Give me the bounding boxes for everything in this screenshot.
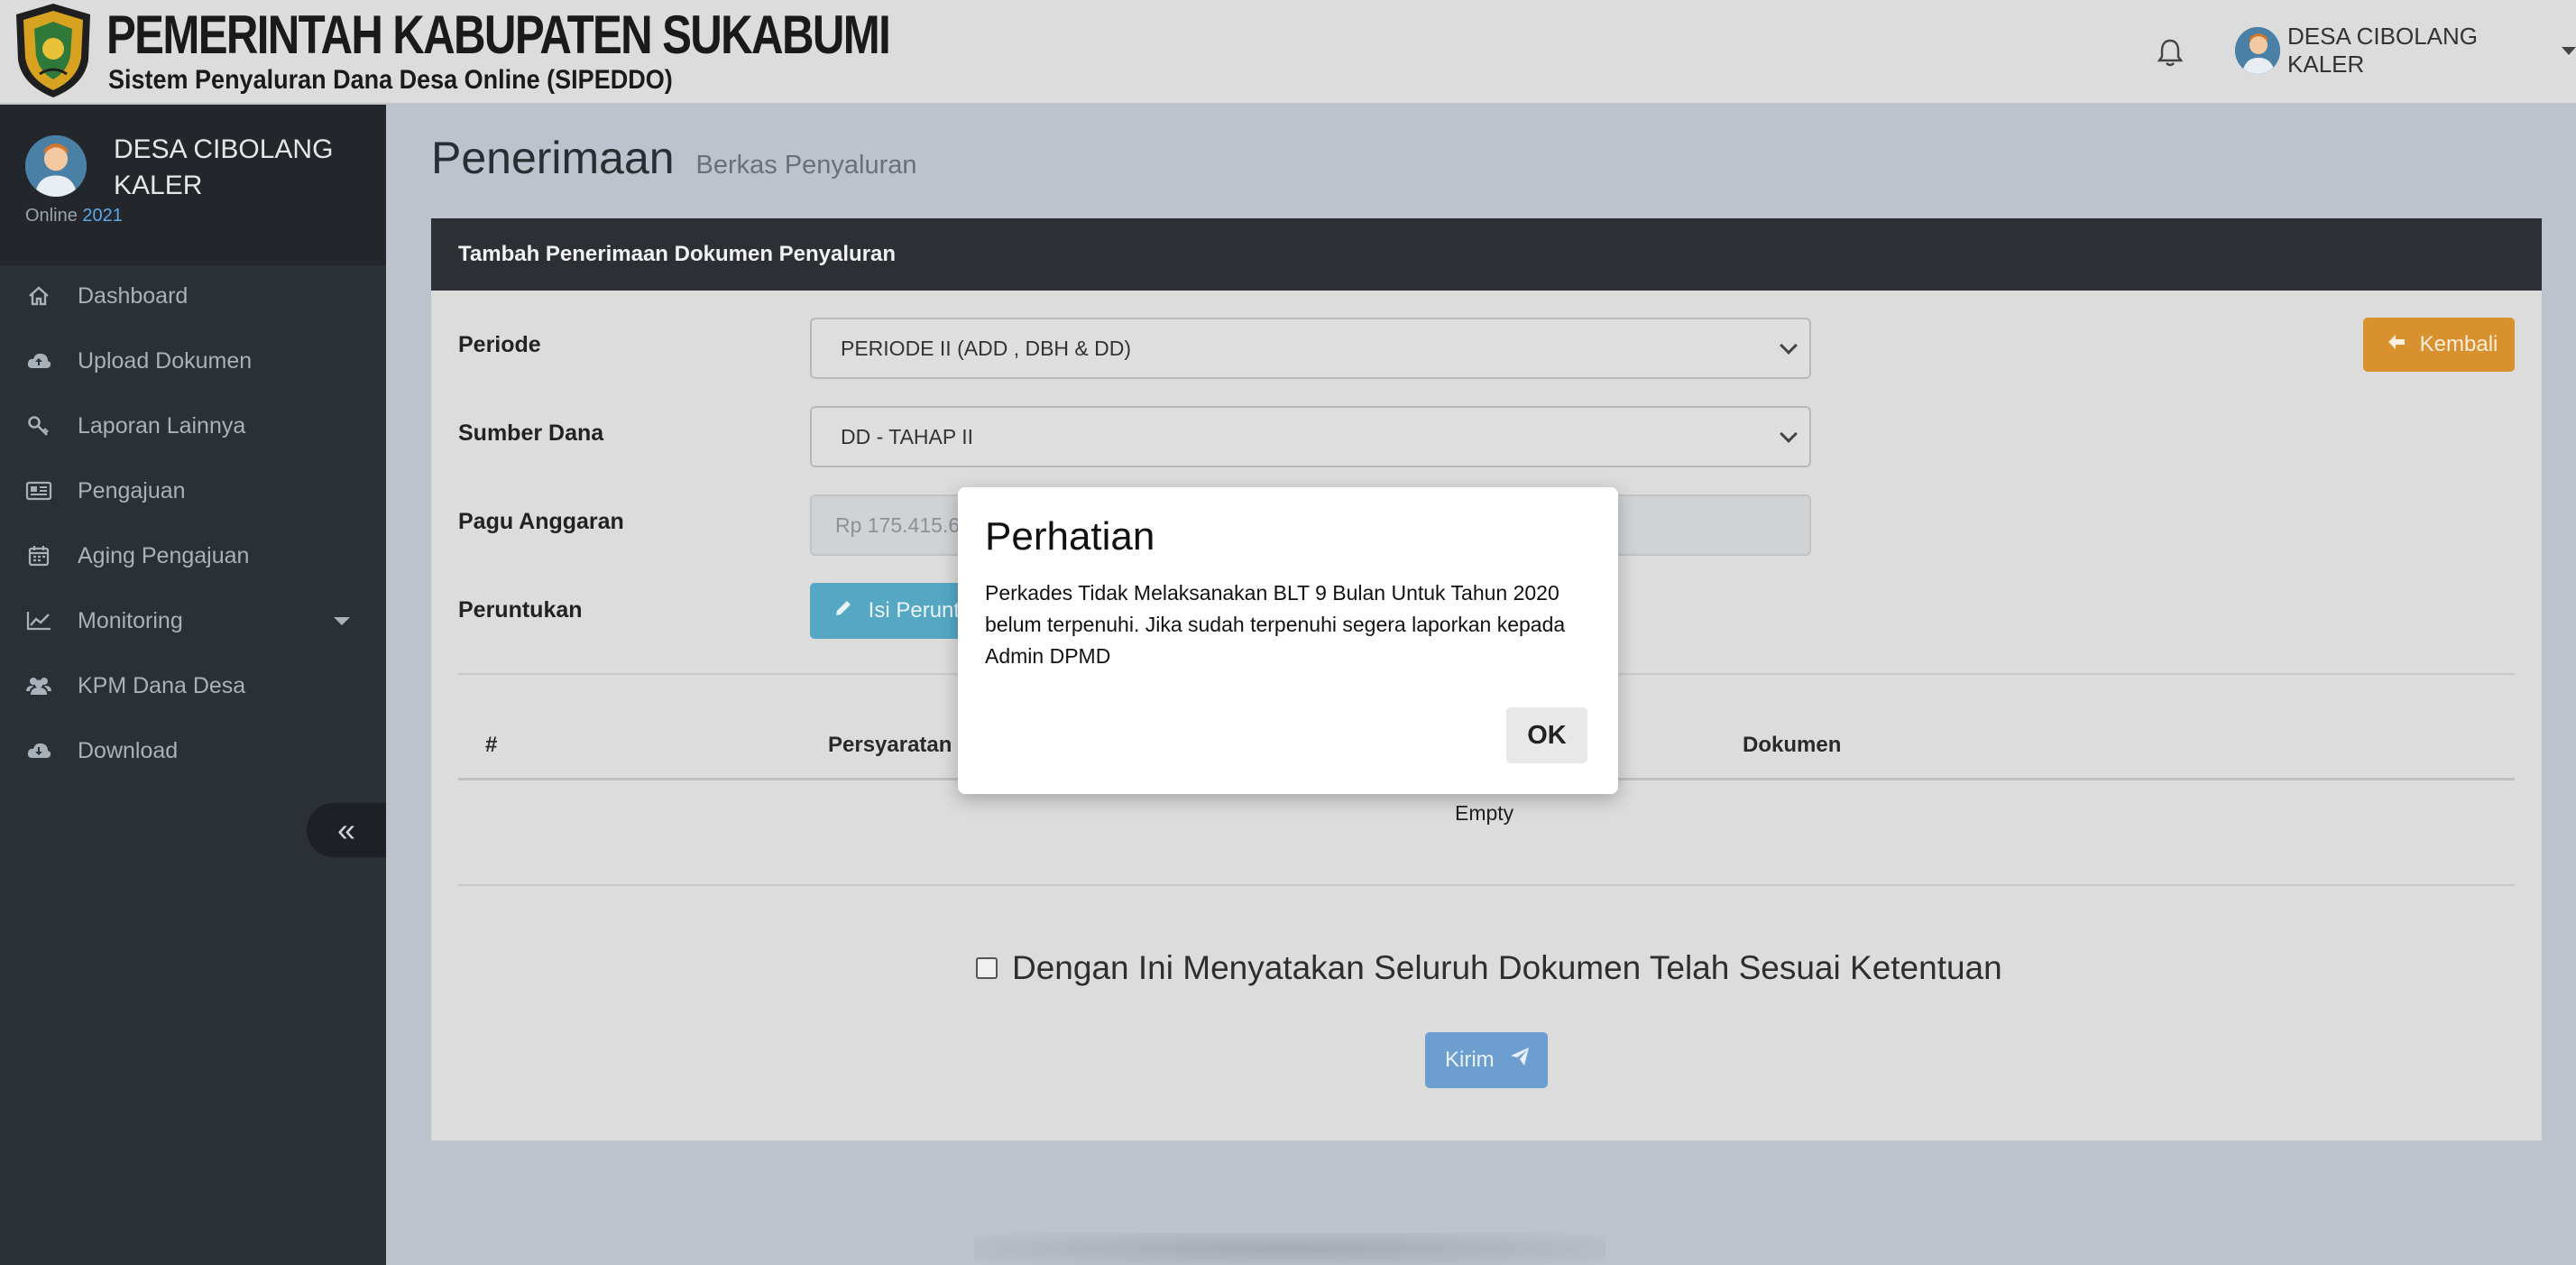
column-header-number: #	[485, 733, 498, 757]
periode-select[interactable]: PERIODE II (ADD , DBH & DD)	[810, 318, 1811, 379]
page-subtitle: Berkas Penyaluran	[695, 151, 917, 180]
key-icon	[23, 411, 54, 441]
sidebar-item-dashboard[interactable]: Dashboard	[0, 263, 386, 328]
sidebar-item-label: Aging Pengajuan	[78, 542, 250, 568]
confirm-label: Dengan Ini Menyatakan Seluruh Dokumen Te…	[1012, 949, 2002, 986]
status-badge: Online 2021	[25, 206, 123, 226]
app-title: PEMERINTAH KABUPATEN SUKABUMI	[106, 5, 891, 65]
column-header-dokumen: Dokumen	[1743, 733, 1842, 757]
kirim-label: Kirim	[1445, 1048, 1495, 1072]
user-menu[interactable]: DESA CIBOLANG KALER	[2235, 23, 2576, 78]
sidebar-profile: DESA CIBOLANG KALER Online 2021	[0, 105, 386, 265]
pencil-icon	[833, 584, 853, 639]
cloud-download-icon	[23, 735, 54, 766]
send-icon	[1509, 1033, 1531, 1089]
chevron-down-icon	[1780, 337, 1798, 355]
avatar	[25, 135, 87, 197]
newspaper-icon	[23, 476, 54, 506]
sidebar-item-label: Upload Dokumen	[78, 347, 253, 374]
kembali-label: Kembali	[2419, 332, 2498, 356]
sidebar-item-pengajuan[interactable]: Pengajuan	[0, 458, 386, 523]
coat-of-arms-logo	[13, 2, 94, 99]
arrow-left-icon	[2387, 319, 2406, 373]
confirm-checkbox[interactable]	[976, 957, 998, 979]
peruntukan-label: Peruntukan	[458, 597, 583, 623]
empty-text: Empty	[1455, 801, 1514, 825]
sidebar-item-label: Dashboard	[78, 282, 189, 309]
chevron-down-icon	[334, 617, 350, 625]
sidebar-item-label: Monitoring	[78, 607, 183, 633]
panel-heading: Tambah Penerimaan Dokumen Penyaluran	[431, 218, 2542, 291]
sidebar-item-monitoring[interactable]: Monitoring	[0, 588, 386, 653]
sumber-dana-label: Sumber Dana	[458, 420, 604, 446]
confirm-row: Dengan Ini Menyatakan Seluruh Dokumen Te…	[976, 949, 2002, 987]
kirim-button[interactable]: Kirim	[1425, 1032, 1548, 1088]
periode-value: PERIODE II (ADD , DBH & DD)	[841, 337, 1132, 360]
pagu-anggaran-value: Rp 175.415.6	[835, 513, 961, 537]
sidebar-item-upload-dokumen[interactable]: Upload Dokumen	[0, 328, 386, 393]
sumber-dana-value: DD - TAHAP II	[841, 425, 973, 448]
home-icon	[23, 281, 54, 311]
page-title: Penerimaan Berkas Penyaluran	[431, 132, 917, 184]
app-subtitle: Sistem Penyaluran Dana Desa Online (SIPE…	[108, 65, 673, 95]
sidebar-item-download[interactable]: Download	[0, 718, 386, 783]
sidebar-item-label: Download	[78, 737, 179, 763]
periode-label: Periode	[458, 332, 541, 357]
cloud-upload-icon	[23, 346, 54, 376]
column-header-persyaratan: Persyaratan	[828, 733, 952, 757]
dialog-title: Perhatian	[985, 514, 1155, 559]
sidebar-item-kpm-dana-desa[interactable]: KPM Dana Desa	[0, 653, 386, 718]
sidebar-menu: Dashboard Upload Dokumen Laporan Lainnya…	[0, 263, 386, 783]
chevron-down-icon	[2562, 46, 2576, 55]
top-header: PEMERINTAH KABUPATEN SUKABUMI Sistem Pen…	[0, 0, 2576, 105]
page-title-text: Penerimaan	[431, 133, 675, 183]
sidebar: DESA CIBOLANG KALER Online 2021 Dashboar…	[0, 105, 386, 1265]
calendar-icon	[23, 540, 54, 571]
sidebar-collapse-button[interactable]: «	[307, 803, 386, 857]
kembali-button[interactable]: Kembali	[2363, 318, 2515, 372]
chevron-down-icon	[1780, 425, 1798, 443]
ok-button[interactable]: OK	[1506, 707, 1587, 763]
sidebar-profile-name: DESA CIBOLANG KALER	[114, 134, 334, 200]
sidebar-item-label: Laporan Lainnya	[78, 412, 246, 439]
sidebar-item-aging-pengajuan[interactable]: Aging Pengajuan	[0, 523, 386, 588]
user-name: DESA CIBOLANG KALER	[2287, 23, 2478, 78]
divider	[458, 884, 2515, 886]
modal-shadow	[974, 1233, 1605, 1265]
bell-icon[interactable]	[2154, 36, 2186, 69]
sidebar-item-label: KPM Dana Desa	[78, 672, 246, 698]
status-year: 2021	[82, 206, 123, 226]
users-icon	[23, 670, 54, 701]
status-label: Online	[25, 206, 78, 226]
pagu-anggaran-label: Pagu Anggaran	[458, 509, 624, 534]
sumber-dana-select[interactable]: DD - TAHAP II	[810, 406, 1811, 467]
avatar	[2235, 27, 2281, 74]
sidebar-item-label: Pengajuan	[78, 477, 186, 503]
line-chart-icon	[23, 605, 54, 636]
alert-dialog: Perhatian Perkades Tidak Melaksanakan BL…	[958, 487, 1618, 794]
dialog-message: Perkades Tidak Melaksanakan BLT 9 Bulan …	[985, 581, 1566, 668]
sidebar-item-laporan-lainnya[interactable]: Laporan Lainnya	[0, 393, 386, 458]
